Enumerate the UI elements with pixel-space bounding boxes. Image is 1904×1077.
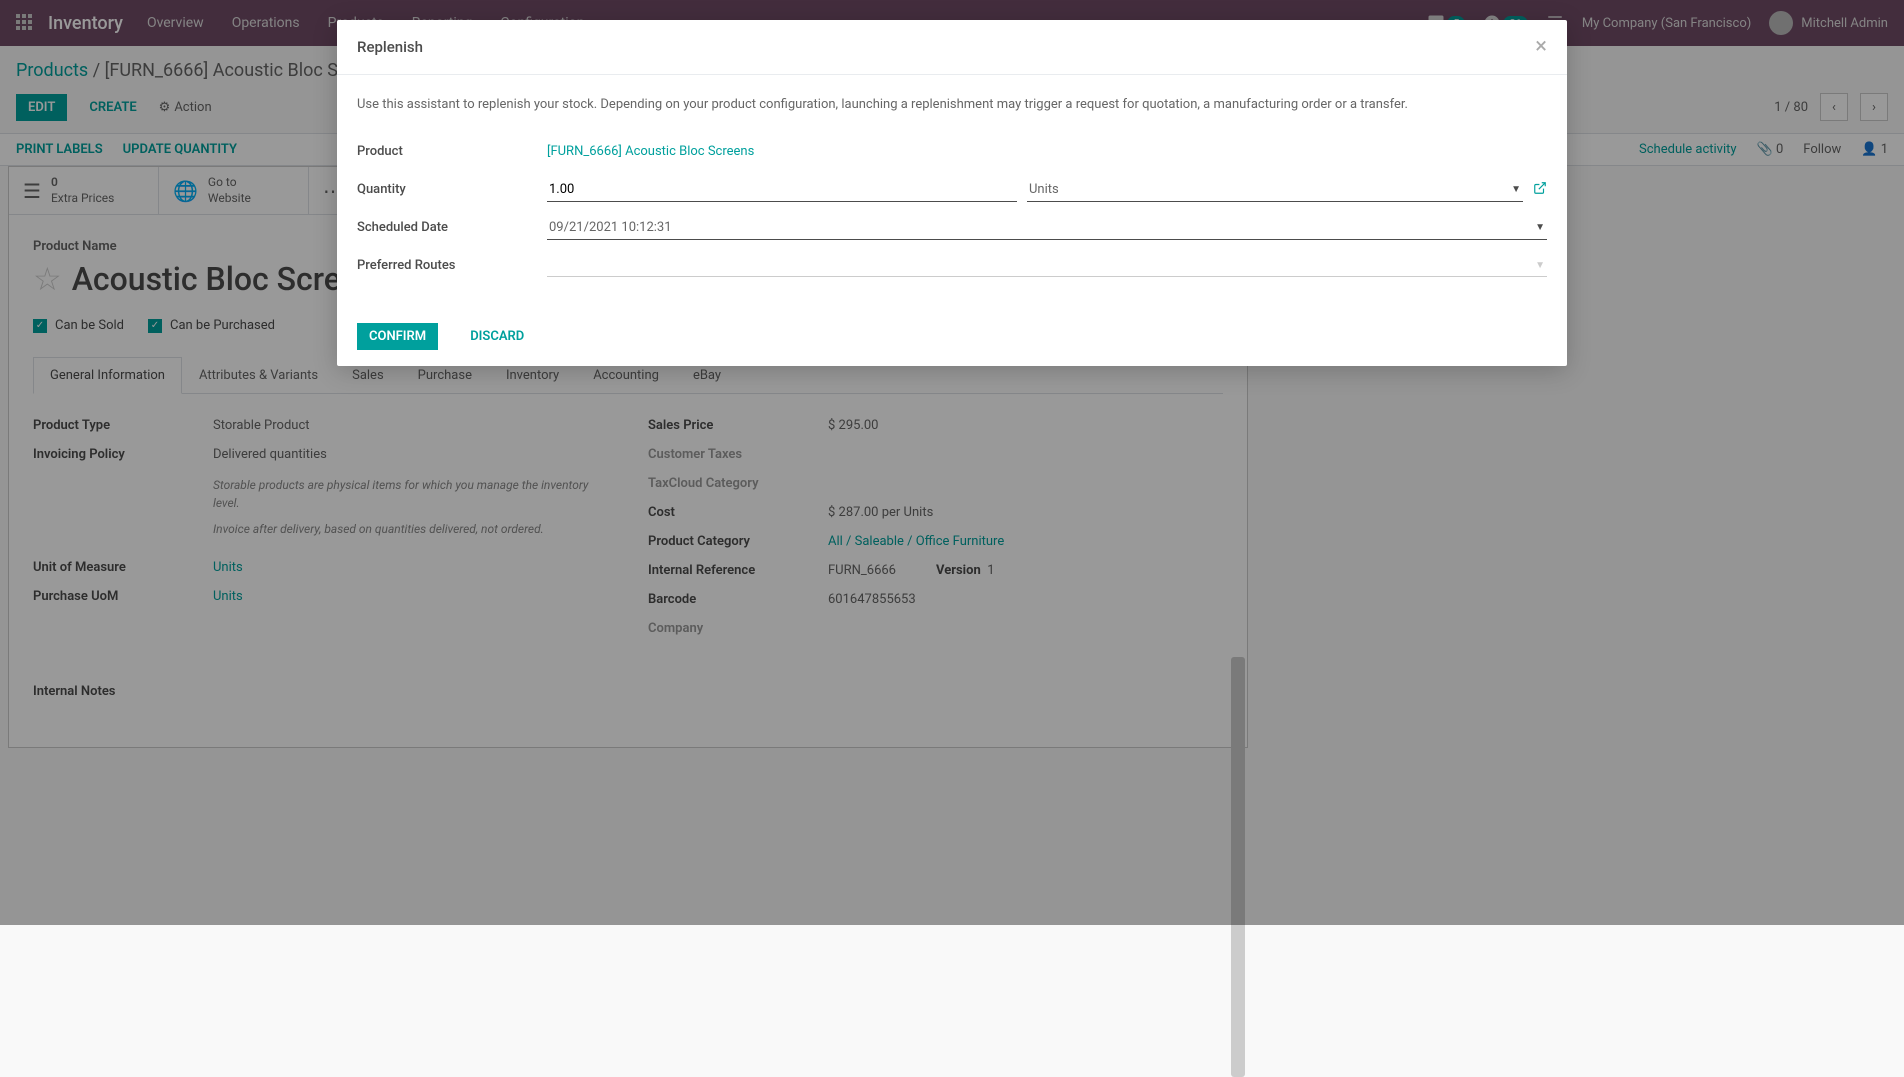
date-value: 09/21/2021 10:12:31 — [549, 220, 672, 235]
modal-date-label: Scheduled Date — [357, 220, 547, 235]
modal-product-link[interactable]: [FURN_6666] Acoustic Bloc Screens — [547, 144, 754, 159]
modal-title: Replenish — [357, 38, 423, 56]
confirm-button[interactable]: CONFIRM — [357, 323, 438, 350]
units-value: Units — [1029, 182, 1059, 197]
quantity-input[interactable] — [547, 178, 1017, 202]
close-icon[interactable]: × — [1535, 36, 1547, 58]
external-link-icon[interactable] — [1533, 181, 1547, 199]
modal-quantity-label: Quantity — [357, 182, 547, 197]
preferred-routes-select[interactable]: ▼ — [547, 255, 1547, 277]
discard-button[interactable]: DISCARD — [460, 323, 534, 350]
units-select[interactable]: Units ▼ — [1027, 178, 1523, 202]
modal-product-label: Product — [357, 144, 547, 159]
scheduled-date-input[interactable]: 09/21/2021 10:12:31 ▼ — [547, 216, 1547, 240]
modal-intro: Use this assistant to replenish your sto… — [357, 95, 1547, 115]
replenish-modal: Replenish × Use this assistant to replen… — [337, 20, 1567, 366]
chevron-down-icon: ▼ — [1535, 260, 1545, 271]
modal-routes-label: Preferred Routes — [357, 258, 547, 273]
chevron-down-icon: ▼ — [1511, 184, 1521, 195]
chevron-down-icon: ▼ — [1535, 222, 1545, 233]
